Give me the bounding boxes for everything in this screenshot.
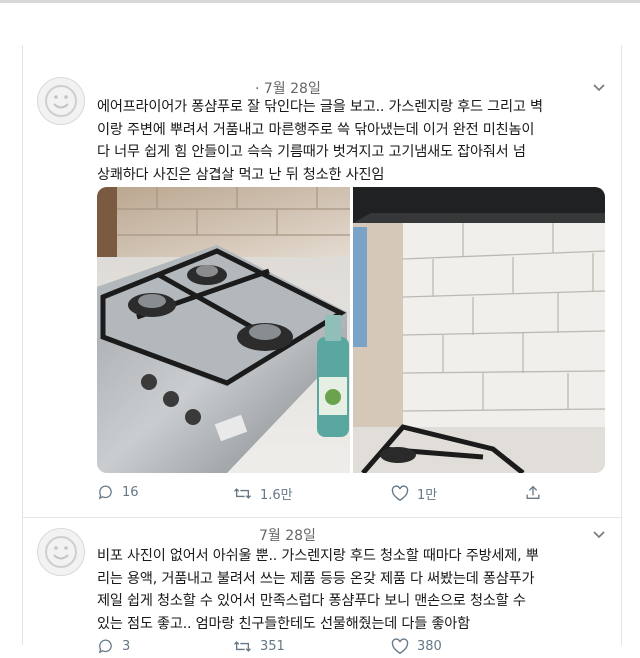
- tweet[interactable]: · 7월 28일 에어프라이어가 퐁샴푸로 잘 닦인다는 글을 보고.. 가스렌…: [23, 65, 621, 518]
- reply-button[interactable]: 16: [97, 484, 139, 501]
- like-button[interactable]: 380: [391, 638, 442, 655]
- tweet-actions: 16 1.6만 1만: [97, 484, 540, 504]
- tweet-text-line: 이랑 주변에 뿌려서 거품내고 마른행주로 쓱 닦아냈는데 이거 완전 미친놈이: [97, 121, 535, 138]
- retweet-button[interactable]: 1.6만: [233, 484, 293, 503]
- tweet-text-line: 상쾌하다 사진은 삼겹살 먹고 난 뒤 청소한 사진임: [97, 166, 385, 183]
- right-border: [621, 45, 622, 645]
- tweet-text: 비포 사진이 없어서 아쉬울 뿐.. 가스렌지랑 후드 청소할 때마다 주방세제…: [97, 545, 612, 635]
- retweet-count: 351: [260, 639, 285, 654]
- top-divider: [0, 0, 640, 3]
- tweet-text-line: 다 너무 쉽게 힘 안들이고 슥슥 기름때가 벗겨지고 고기냄새도 잡아줘서 넘: [97, 144, 526, 160]
- tweet-media[interactable]: [97, 187, 605, 473]
- share-button[interactable]: [525, 484, 541, 501]
- like-count: 380: [417, 639, 442, 654]
- tweet-actions: 3 351 380: [97, 638, 537, 658]
- wall-hood-photo[interactable]: [353, 187, 605, 473]
- avatar[interactable]: [37, 528, 85, 576]
- retweet-icon: [233, 641, 252, 652]
- tweet-text-line: 비포 사진이 없어서 아쉬울 뿐.. 가스렌지랑 후드 청소할 때마다 주방세제…: [97, 548, 539, 564]
- tweet-text: 에어프라이어가 퐁샴푸로 잘 닦인다는 글을 보고.. 가스렌지랑 후드 그리고…: [97, 96, 612, 186]
- reply-count: 3: [122, 639, 131, 654]
- reply-button[interactable]: 3: [97, 638, 130, 655]
- chevron-down-icon[interactable]: [593, 81, 605, 96]
- heart-icon: [391, 638, 409, 655]
- tweet-text-line: 제일 쉽게 청소할 수 있어서 만족스럽다 퐁샴푸다 보니 맨손으로 청소할 수: [97, 593, 526, 609]
- reply-count: 16: [122, 485, 139, 500]
- reply-icon: [98, 485, 112, 500]
- reply-icon: [98, 639, 112, 654]
- tweet[interactable]: 7월 28일 비포 사진이 없어서 아쉬울 뿐.. 가스렌지랑 후드 청소할 때…: [23, 518, 621, 655]
- chevron-down-icon[interactable]: [593, 528, 605, 543]
- tweet-date[interactable]: 7월 28일: [259, 525, 316, 545]
- avatar[interactable]: [37, 77, 85, 125]
- heart-icon: [391, 485, 409, 502]
- retweet-count: 1.6만: [260, 488, 293, 503]
- smiley-avatar-icon: [45, 85, 77, 117]
- retweet-button[interactable]: 351: [233, 638, 285, 655]
- like-count: 1만: [417, 488, 438, 503]
- tweet-text-line: 리는 용액, 거품내고 불려서 쓰는 제품 등등 온갖 제품 다 써봤는데 퐁샴…: [97, 570, 535, 587]
- retweet-icon: [233, 488, 252, 499]
- smiley-avatar-icon: [45, 536, 77, 568]
- stove-photo[interactable]: [97, 187, 350, 473]
- share-icon: [526, 485, 540, 499]
- tweet-date[interactable]: · 7월 28일: [255, 78, 321, 98]
- tweet-text-line: 에어프라이어가 퐁샴푸로 잘 닦인다는 글을 보고.. 가스렌지랑 후드 그리고…: [97, 99, 543, 115]
- like-button[interactable]: 1만: [391, 484, 437, 503]
- tweet-text-line: 있는 점도 좋고.. 엄마랑 친구들한테도 선물해줬는데 다들 좋아함: [97, 615, 470, 632]
